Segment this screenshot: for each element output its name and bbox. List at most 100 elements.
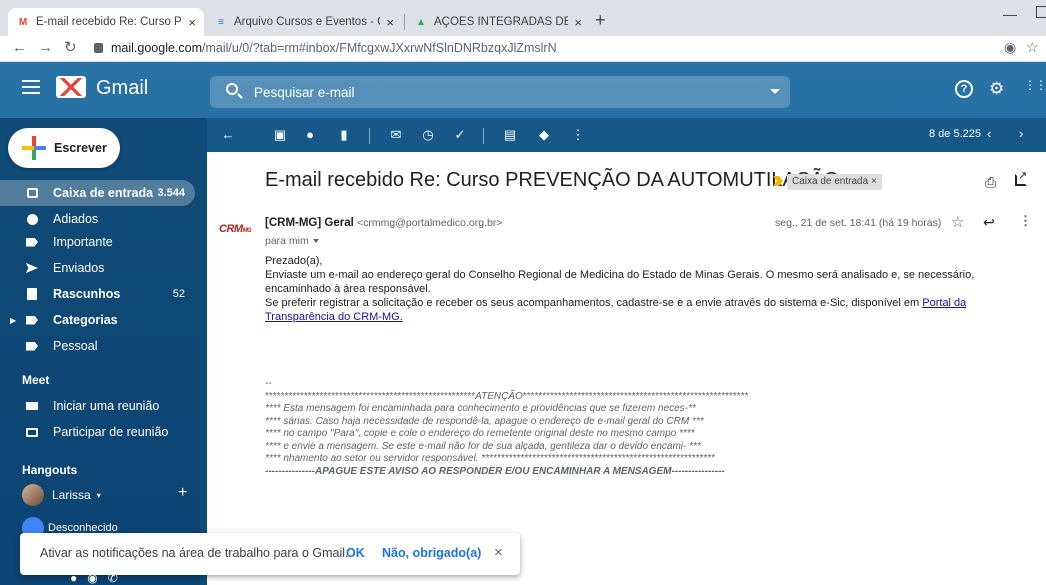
left-navigation: Escrever Caixa de entrada 3.544 Adiados … [0, 118, 200, 585]
tab-close-icon[interactable]: × [188, 15, 196, 30]
help-icon[interactable]: ? [955, 80, 973, 98]
gmail-logo-icon[interactable] [56, 76, 86, 98]
nav-count: 3.544 [157, 187, 185, 199]
add-to-tasks-icon[interactable]: ✓ [453, 128, 467, 142]
sender-avatar-logo: CRMMG [219, 223, 252, 235]
mark-unread-icon[interactable]: ✉ [389, 128, 403, 142]
gear-icon[interactable]: ⚙ [989, 80, 1004, 98]
nav-item-categories[interactable]: ▶ Categorias [0, 307, 195, 333]
url-field[interactable]: mail.google.com/mail/u/0/?tab=rm#inbox/F… [94, 41, 557, 55]
signature-line: ****************************************… [265, 390, 749, 402]
close-icon[interactable]: × [494, 544, 503, 561]
tab-title: AÇÕES INTEGRADAS DE EDUCOI [434, 16, 569, 28]
clock-icon [26, 213, 38, 225]
nav-item-drafts[interactable]: Rascunhos 52 [0, 281, 195, 307]
snooze-clock-icon[interactable]: ◷ [421, 128, 435, 142]
body-greeting: Prezado(a), [265, 255, 323, 267]
signature-dash: -- [265, 378, 272, 389]
person-icon[interactable]: ● [70, 571, 87, 585]
inbox-label-chip[interactable]: Caixa de entrada × [787, 174, 882, 190]
reload-icon[interactable]: ↻ [64, 40, 77, 56]
open-new-window-icon[interactable] [1015, 169, 1027, 186]
url-path: /mail/u/0/?tab=rm#inbox/FMfcgxwJXxrwNfSl… [202, 41, 557, 55]
maximize-window-icon[interactable] [1036, 6, 1046, 18]
label-icon[interactable]: ◆ [537, 128, 551, 142]
tab-close-icon[interactable]: × [574, 15, 582, 30]
tab-title: E-mail recebido Re: Curso PREVE [36, 16, 182, 28]
bookmark-star-icon[interactable]: ☆ [1026, 39, 1039, 56]
reply-icon[interactable]: ↩ [983, 214, 995, 231]
compose-button[interactable]: Escrever [8, 128, 120, 168]
nav-label: Pessoal [53, 339, 98, 353]
message-body: Prezado(a), Enviaste um e-mail ao endere… [265, 254, 1025, 324]
print-icon[interactable]: ⎙ [985, 174, 996, 191]
archive-icon[interactable]: ▣ [273, 128, 287, 142]
browser-tab-gmail[interactable]: M E-mail recebido Re: Curso PREVE × [8, 8, 204, 36]
nav-item-personal[interactable]: Pessoal [0, 333, 195, 359]
move-to-folder-icon[interactable]: ▤ [503, 128, 517, 142]
signature-line: **** Esta mensagem foi encaminhada para … [265, 403, 696, 414]
hangouts-user-name: Larissa [52, 488, 91, 502]
signature-line: **** no campo "Para", copie e cole o end… [265, 428, 695, 439]
main-menu-icon[interactable] [22, 80, 40, 94]
signature-line: **** e envie a mensagem. Se este e-mail … [265, 440, 701, 452]
draft-icon [26, 288, 38, 300]
chat-bubble-icon[interactable]: ◉ [87, 571, 107, 585]
compose-plus-icon [22, 136, 46, 160]
nav-label: Rascunhos [53, 287, 121, 301]
avatar [22, 484, 44, 506]
more-options-icon[interactable]: ⋮ [571, 128, 585, 142]
search-input[interactable] [254, 82, 734, 102]
notification-ok-button[interactable]: OK [346, 546, 365, 560]
search-options-caret-icon[interactable] [770, 89, 780, 94]
star-icon[interactable]: ☆ [951, 213, 964, 231]
gmail-wordmark[interactable]: Gmail [96, 77, 148, 100]
sender-line: [CRM-MG] Geral <crmmg@portalmedico.org.b… [265, 217, 502, 229]
expand-arrow-icon[interactable]: ▶ [10, 316, 16, 325]
nav-count: 52 [172, 288, 185, 300]
phone-icon[interactable]: ✆ [108, 571, 128, 585]
nav-label: Caixa de entrada [53, 186, 154, 200]
browser-tab-arquivo[interactable]: ≡ Arquivo Cursos e Eventos - Core × [206, 8, 402, 36]
signature-line: **** nhamento ao setor ou servidor respo… [265, 453, 715, 464]
extension-icon[interactable]: ◉ [1004, 39, 1016, 56]
chevron-down-icon[interactable] [312, 239, 319, 243]
recipient-details[interactable]: para mim [265, 235, 319, 247]
search-bar[interactable] [210, 76, 790, 108]
search-icon[interactable] [226, 83, 238, 95]
important-icon [26, 236, 38, 248]
meet-start-meeting[interactable]: Iniciar uma reunião [0, 393, 195, 419]
message-signature: -- *************************************… [265, 378, 825, 478]
hangouts-user[interactable]: Larissa ▾ [22, 484, 101, 506]
report-spam-icon[interactable]: ● [303, 128, 317, 142]
message-subject: E-mail recebido Re: Curso PREVENÇÃO DA A… [265, 169, 840, 191]
older-message-icon[interactable]: › [1019, 126, 1023, 141]
delete-icon[interactable]: ▮ [337, 128, 351, 142]
apps-grid-icon[interactable]: ⋮⋮⋮ [1024, 79, 1046, 91]
tab-title: Arquivo Cursos e Eventos - Core [234, 16, 380, 28]
new-tab-button[interactable]: + [595, 11, 606, 29]
sender-name[interactable]: [CRM-MG] Geral [265, 217, 354, 229]
tab-close-icon[interactable]: × [386, 15, 394, 30]
meet-join-meeting[interactable]: Participar de reunião [0, 419, 195, 445]
desktop-notification-banner: Ativar as notificações na área de trabal… [20, 533, 520, 575]
nav-item-inbox[interactable]: Caixa de entrada 3.544 [0, 180, 195, 206]
toolbar-divider [369, 128, 370, 144]
gmail-favicon-icon: M [18, 16, 28, 28]
chevron-down-icon[interactable]: ▾ [97, 491, 101, 500]
nav-label: Importante [53, 235, 113, 249]
back-arrow-icon[interactable]: ← [12, 40, 27, 56]
add-contact-button[interactable]: + [178, 484, 187, 502]
back-to-inbox-icon[interactable]: ← [221, 128, 235, 142]
more-actions-icon[interactable]: ⋮ [1019, 213, 1032, 229]
label-icon [26, 340, 38, 352]
browser-tab-acoes[interactable]: ▲ AÇÕES INTEGRADAS DE EDUCOI × [406, 8, 590, 36]
nav-item-important[interactable]: Importante [0, 229, 195, 255]
nav-label: Enviados [53, 261, 105, 275]
notification-decline-button[interactable]: Não, obrigado(a) [382, 546, 481, 560]
nav-item-sent[interactable]: Enviados [0, 255, 195, 281]
drive-favicon-icon: ▲ [416, 16, 426, 28]
forward-arrow-icon[interactable]: → [38, 40, 53, 56]
minimize-window-icon[interactable]: — [1003, 6, 1017, 22]
newer-message-icon[interactable]: ‹ [987, 126, 991, 141]
